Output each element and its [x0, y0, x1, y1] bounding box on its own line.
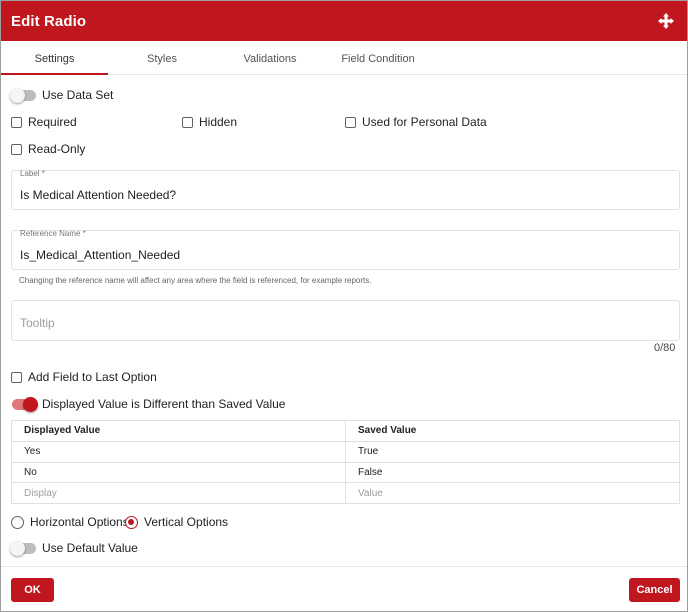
use-default-value-row: Use Default Value [10, 540, 138, 556]
dialog-title: Edit Radio [11, 13, 87, 30]
tab-settings[interactable]: Settings [1, 41, 108, 75]
saved-value-cell[interactable]: True [345, 440, 680, 463]
ok-button[interactable]: OK [11, 578, 54, 602]
tooltip-char-counter: 0/80 [654, 342, 676, 354]
table-row: Yes True [11, 440, 680, 463]
personal-data-label: Used for Personal Data [362, 115, 487, 129]
read-only-label: Read-Only [28, 142, 86, 156]
label-field-value: Is Medical Attention Needed? [20, 188, 177, 202]
reference-name-hint: Changing the reference name will affect … [19, 276, 372, 285]
move-arrows-icon[interactable] [657, 12, 675, 30]
use-default-value-label: Use Default Value [42, 541, 138, 555]
personal-data-row: Used for Personal Data [345, 115, 487, 129]
use-data-set-toggle[interactable] [10, 87, 36, 103]
new-option-row: Display Value [11, 482, 680, 505]
vertical-options-row: Vertical Options [125, 515, 228, 529]
saved-value-cell[interactable]: False [345, 461, 680, 484]
options-table: Displayed Value Saved Value Yes True No … [11, 420, 680, 505]
reference-name-caption: Reference Name * [20, 229, 86, 238]
label-field[interactable]: Label * Is Medical Attention Needed? [11, 169, 680, 210]
required-row: Required [11, 115, 77, 129]
displayed-diff-toggle[interactable] [12, 396, 38, 412]
table-row: No False [11, 461, 680, 484]
hidden-label: Hidden [199, 115, 238, 129]
vertical-options-radio[interactable] [125, 515, 138, 529]
tab-field-condition[interactable]: Field Condition [324, 41, 432, 75]
read-only-row: Read-Only [11, 142, 85, 156]
dialog-footer [1, 566, 687, 611]
personal-data-checkbox[interactable] [345, 116, 356, 128]
tooltip-field[interactable]: Tooltip [11, 300, 680, 341]
cancel-button[interactable]: Cancel [629, 578, 680, 602]
vertical-options-label: Vertical Options [144, 515, 229, 529]
use-default-value-toggle[interactable] [10, 540, 36, 556]
tab-bar: Settings Styles Validations Field Condit… [1, 41, 687, 75]
required-checkbox[interactable] [11, 116, 22, 128]
tab-styles[interactable]: Styles [108, 41, 216, 75]
label-field-caption: Label * [20, 169, 45, 178]
horizontal-options-row: Horizontal Options [11, 515, 129, 529]
read-only-checkbox[interactable] [11, 143, 22, 155]
reference-name-field[interactable]: Reference Name * Is_Medical_Attention_Ne… [11, 229, 680, 270]
hidden-row: Hidden [182, 115, 237, 129]
tooltip-placeholder: Tooltip [20, 316, 55, 330]
horizontal-options-radio[interactable] [11, 515, 24, 529]
horizontal-options-label: Horizontal Options [30, 515, 129, 529]
displayed-value-header: Displayed Value [11, 420, 346, 442]
displayed-diff-label: Displayed Value is Different than Saved … [42, 397, 286, 411]
new-display-input[interactable]: Display [11, 482, 346, 505]
displayed-value-cell[interactable]: Yes [11, 440, 346, 463]
table-header-row: Displayed Value Saved Value [11, 420, 680, 442]
dialog-title-bar: Edit Radio [1, 1, 687, 41]
add-field-last-label: Add Field to Last Option [28, 370, 157, 384]
hidden-checkbox[interactable] [182, 116, 193, 128]
use-data-set-label: Use Data Set [42, 88, 114, 102]
new-value-input[interactable]: Value [345, 482, 680, 505]
add-field-last-checkbox[interactable] [11, 371, 22, 383]
use-data-set-row: Use Data Set [10, 87, 114, 103]
saved-value-header: Saved Value [345, 420, 680, 442]
tab-validations[interactable]: Validations [216, 41, 324, 75]
reference-name-value: Is_Medical_Attention_Needed [20, 248, 181, 262]
displayed-value-cell[interactable]: No [11, 461, 346, 484]
edit-radio-dialog: Edit Radio Settings Styles Validations F… [0, 0, 688, 612]
required-label: Required [28, 115, 77, 129]
add-field-last-row: Add Field to Last Option [11, 370, 157, 384]
displayed-diff-row: Displayed Value is Different than Saved … [12, 396, 286, 412]
